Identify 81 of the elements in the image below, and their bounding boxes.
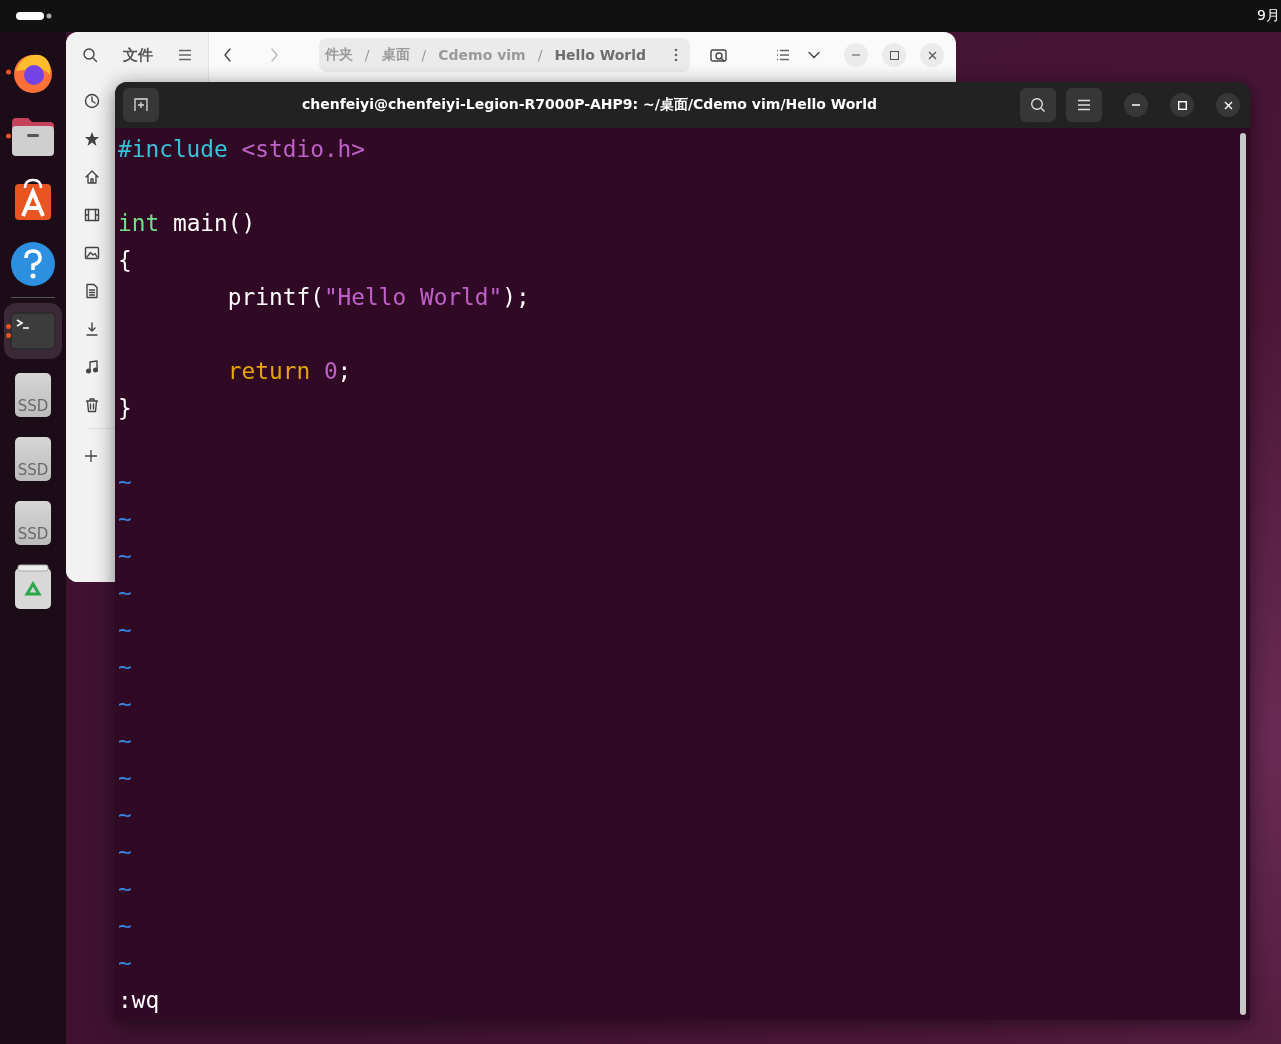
code-text: {: [118, 247, 132, 273]
maximize-icon: [1177, 100, 1187, 110]
path-separator: /: [421, 47, 427, 63]
preprocessor-directive: #include: [118, 136, 228, 162]
clock[interactable]: 9月: [1257, 7, 1281, 25]
new-tab-button[interactable]: [123, 88, 159, 122]
maximize-button[interactable]: [1170, 93, 1194, 117]
empty-line-marker: ~: [118, 839, 132, 865]
star-icon[interactable]: [84, 131, 100, 147]
menu-button[interactable]: [1066, 88, 1102, 122]
empty-line-marker: ~: [118, 728, 132, 754]
code-text: );: [502, 284, 530, 310]
menu-icon[interactable]: [177, 49, 192, 61]
chevron-down-icon[interactable]: [808, 51, 820, 59]
download-icon[interactable]: [84, 321, 100, 337]
code-text: main(): [171, 210, 256, 236]
close-button[interactable]: [1216, 93, 1240, 117]
breadcrumb-item[interactable]: 桌面: [381, 46, 410, 64]
code-text: ;: [337, 358, 352, 384]
more-options-icon[interactable]: [674, 48, 678, 62]
sidebar-title: 文件: [122, 45, 153, 65]
scrollbar[interactable]: [1240, 133, 1246, 1015]
type-keyword: int: [118, 210, 160, 236]
string-literal: "Hello World": [323, 284, 503, 310]
workspace-indicator-icon[interactable]: [16, 12, 52, 20]
maximize-button[interactable]: [882, 43, 906, 67]
keyword: return: [227, 358, 311, 384]
empty-line-marker: ~: [118, 765, 132, 791]
terminal-icon[interactable]: [10, 312, 56, 350]
search-folder-icon[interactable]: [710, 47, 728, 63]
back-icon[interactable]: [222, 47, 233, 63]
empty-line-marker: ~: [118, 617, 132, 643]
drive-icon[interactable]: SSD: [15, 501, 51, 545]
empty-line-marker: ~: [118, 876, 132, 902]
music-note-icon[interactable]: [84, 359, 100, 375]
empty-line-marker: ~: [118, 543, 132, 569]
empty-line-marker: ~: [118, 654, 132, 680]
code-text: printf(: [227, 284, 324, 310]
window-title: chenfeiyi@chenfeiyi-Legion-R7000P-AHP9: ~/桌面/Cdemo vim/Hello World: [300, 96, 879, 114]
drive-icon[interactable]: SSD: [15, 373, 51, 417]
close-button[interactable]: [920, 43, 944, 67]
recycle-bin-icon[interactable]: [14, 564, 52, 610]
string-literal: <stdio.h>: [240, 136, 366, 162]
trash-icon[interactable]: [84, 397, 100, 413]
empty-line-marker: ~: [118, 802, 132, 828]
code-text: }: [118, 395, 132, 421]
help-icon[interactable]: [10, 241, 56, 287]
breadcrumb-item[interactable]: 件夹: [324, 46, 353, 64]
shopping-bag-icon[interactable]: [13, 178, 53, 222]
path-separator: /: [364, 47, 370, 63]
search-icon[interactable]: [82, 47, 98, 63]
new-tab-icon: [134, 98, 148, 112]
command-line[interactable]: :wq: [118, 987, 160, 1013]
search-icon: [1030, 97, 1046, 113]
empty-line-marker: ~: [118, 506, 132, 532]
minimize-icon: [852, 54, 860, 56]
image-icon[interactable]: [84, 245, 100, 261]
search-button[interactable]: [1020, 88, 1056, 122]
maximize-icon: [889, 50, 899, 60]
film-icon[interactable]: [84, 207, 100, 223]
list-view-icon[interactable]: [776, 49, 790, 61]
minimize-icon: [1132, 104, 1140, 106]
close-icon: [1223, 100, 1233, 110]
home-icon[interactable]: [84, 169, 100, 185]
add-icon[interactable]: [84, 449, 98, 463]
menu-icon: [1077, 99, 1091, 111]
empty-line-marker: ~: [118, 691, 132, 717]
empty-line-marker: ~: [118, 469, 132, 495]
close-icon: [927, 50, 937, 60]
document-icon[interactable]: [84, 283, 100, 299]
number-literal: 0: [322, 358, 338, 384]
empty-line-marker: ~: [118, 580, 132, 606]
active-dock-item[interactable]: [4, 303, 62, 359]
breadcrumb-item[interactable]: Cdemo vim: [438, 47, 526, 63]
empty-line-marker: ~: [118, 950, 132, 976]
drive-icon[interactable]: SSD: [15, 437, 51, 481]
empty-line-marker: ~: [118, 913, 132, 939]
clock-icon[interactable]: [84, 93, 100, 109]
path-separator: /: [537, 47, 543, 63]
breadcrumb-item[interactable]: Hello World: [554, 47, 646, 63]
minimize-button[interactable]: [1124, 93, 1148, 117]
